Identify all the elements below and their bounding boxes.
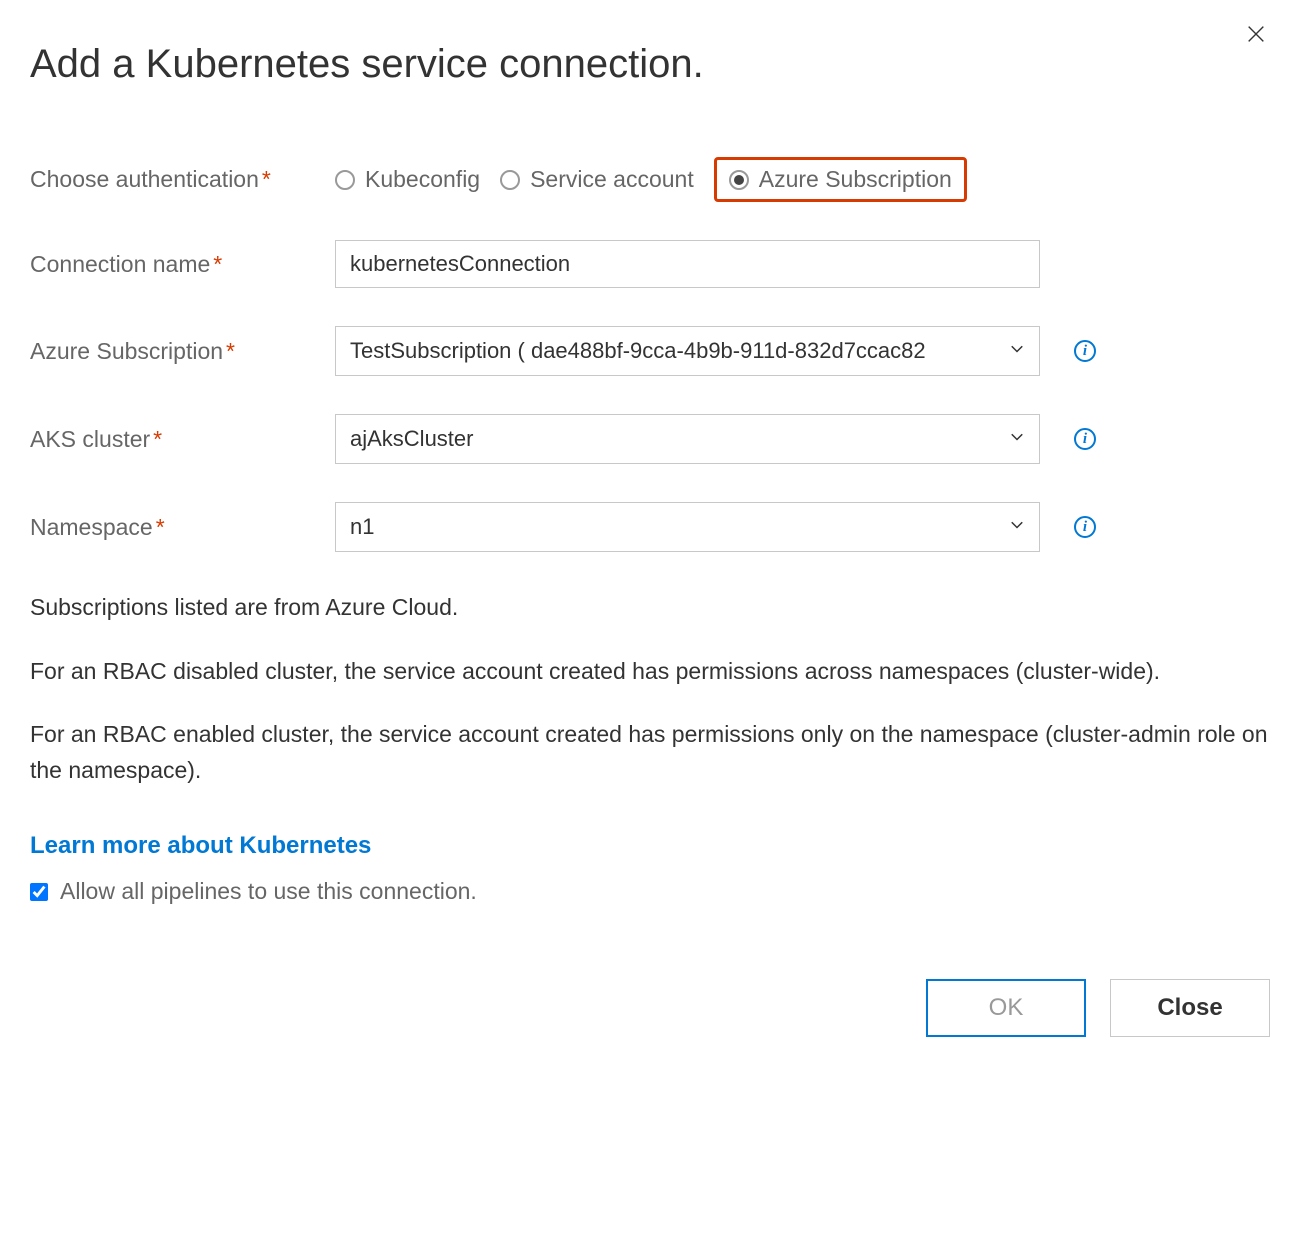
radio-circle-icon <box>335 170 355 190</box>
radio-circle-selected-icon <box>729 170 749 190</box>
radio-azure-subscription[interactable]: Azure Subscription <box>714 157 967 202</box>
connection-name-label: Connection name* <box>30 251 335 278</box>
allow-pipelines-checkbox-row: Allow all pipelines to use this connecti… <box>30 874 1270 910</box>
azure-subscription-row: Azure Subscription* TestSubscription ( d… <box>30 326 1270 376</box>
radio-circle-icon <box>500 170 520 190</box>
info-icon[interactable]: i <box>1074 340 1096 362</box>
allow-pipelines-label: Allow all pipelines to use this connecti… <box>60 874 477 910</box>
radio-azure-subscription-label: Azure Subscription <box>759 166 952 193</box>
authentication-label: Choose authentication* <box>30 166 335 193</box>
azure-subscription-select[interactable]: TestSubscription ( dae488bf-9cca-4b9b-91… <box>335 326 1040 376</box>
info-icon[interactable]: i <box>1074 428 1096 450</box>
azure-subscription-label-text: Azure Subscription <box>30 338 223 364</box>
helper-para-3: For an RBAC enabled cluster, the service… <box>30 717 1270 788</box>
ok-button[interactable]: OK <box>926 979 1086 1037</box>
azure-subscription-value: TestSubscription ( dae488bf-9cca-4b9b-91… <box>335 326 1040 376</box>
namespace-label-text: Namespace <box>30 514 153 540</box>
required-asterisk: * <box>156 514 165 540</box>
radio-kubeconfig-label: Kubeconfig <box>365 166 480 193</box>
helper-text-section: Subscriptions listed are from Azure Clou… <box>30 590 1270 909</box>
authentication-label-text: Choose authentication <box>30 166 259 192</box>
learn-more-link[interactable]: Learn more about Kubernetes <box>30 827 371 864</box>
namespace-value: n1 <box>335 502 1040 552</box>
aks-cluster-select[interactable]: ajAksCluster <box>335 414 1040 464</box>
aks-cluster-row: AKS cluster* ajAksCluster i <box>30 414 1270 464</box>
helper-para-2: For an RBAC disabled cluster, the servic… <box>30 654 1270 690</box>
dialog-title: Add a Kubernetes service connection. <box>30 42 1270 87</box>
helper-para-1: Subscriptions listed are from Azure Clou… <box>30 590 1270 626</box>
namespace-label: Namespace* <box>30 514 335 541</box>
radio-kubeconfig[interactable]: Kubeconfig <box>335 166 480 193</box>
close-button[interactable]: Close <box>1110 979 1270 1037</box>
aks-cluster-value: ajAksCluster <box>335 414 1040 464</box>
aks-cluster-label-text: AKS cluster <box>30 426 150 452</box>
radio-service-account-label: Service account <box>530 166 694 193</box>
required-asterisk: * <box>226 338 235 364</box>
close-icon-button[interactable] <box>1242 20 1270 48</box>
connection-name-input[interactable] <box>335 240 1040 288</box>
connection-name-row: Connection name* <box>30 240 1270 288</box>
info-icon[interactable]: i <box>1074 516 1096 538</box>
dialog-button-row: OK Close <box>30 979 1270 1037</box>
service-connection-dialog: Add a Kubernetes service connection. Cho… <box>0 0 1300 1067</box>
namespace-select[interactable]: n1 <box>335 502 1040 552</box>
required-asterisk: * <box>262 166 271 192</box>
namespace-row: Namespace* n1 i <box>30 502 1270 552</box>
authentication-row: Choose authentication* Kubeconfig Servic… <box>30 157 1270 202</box>
azure-subscription-label: Azure Subscription* <box>30 338 335 365</box>
auth-radio-group: Kubeconfig Service account Azure Subscri… <box>335 157 967 202</box>
connection-name-label-text: Connection name <box>30 251 210 277</box>
aks-cluster-label: AKS cluster* <box>30 426 335 453</box>
radio-service-account[interactable]: Service account <box>500 166 694 193</box>
close-icon <box>1245 23 1267 45</box>
required-asterisk: * <box>153 426 162 452</box>
allow-pipelines-checkbox[interactable] <box>30 883 48 901</box>
required-asterisk: * <box>213 251 222 277</box>
